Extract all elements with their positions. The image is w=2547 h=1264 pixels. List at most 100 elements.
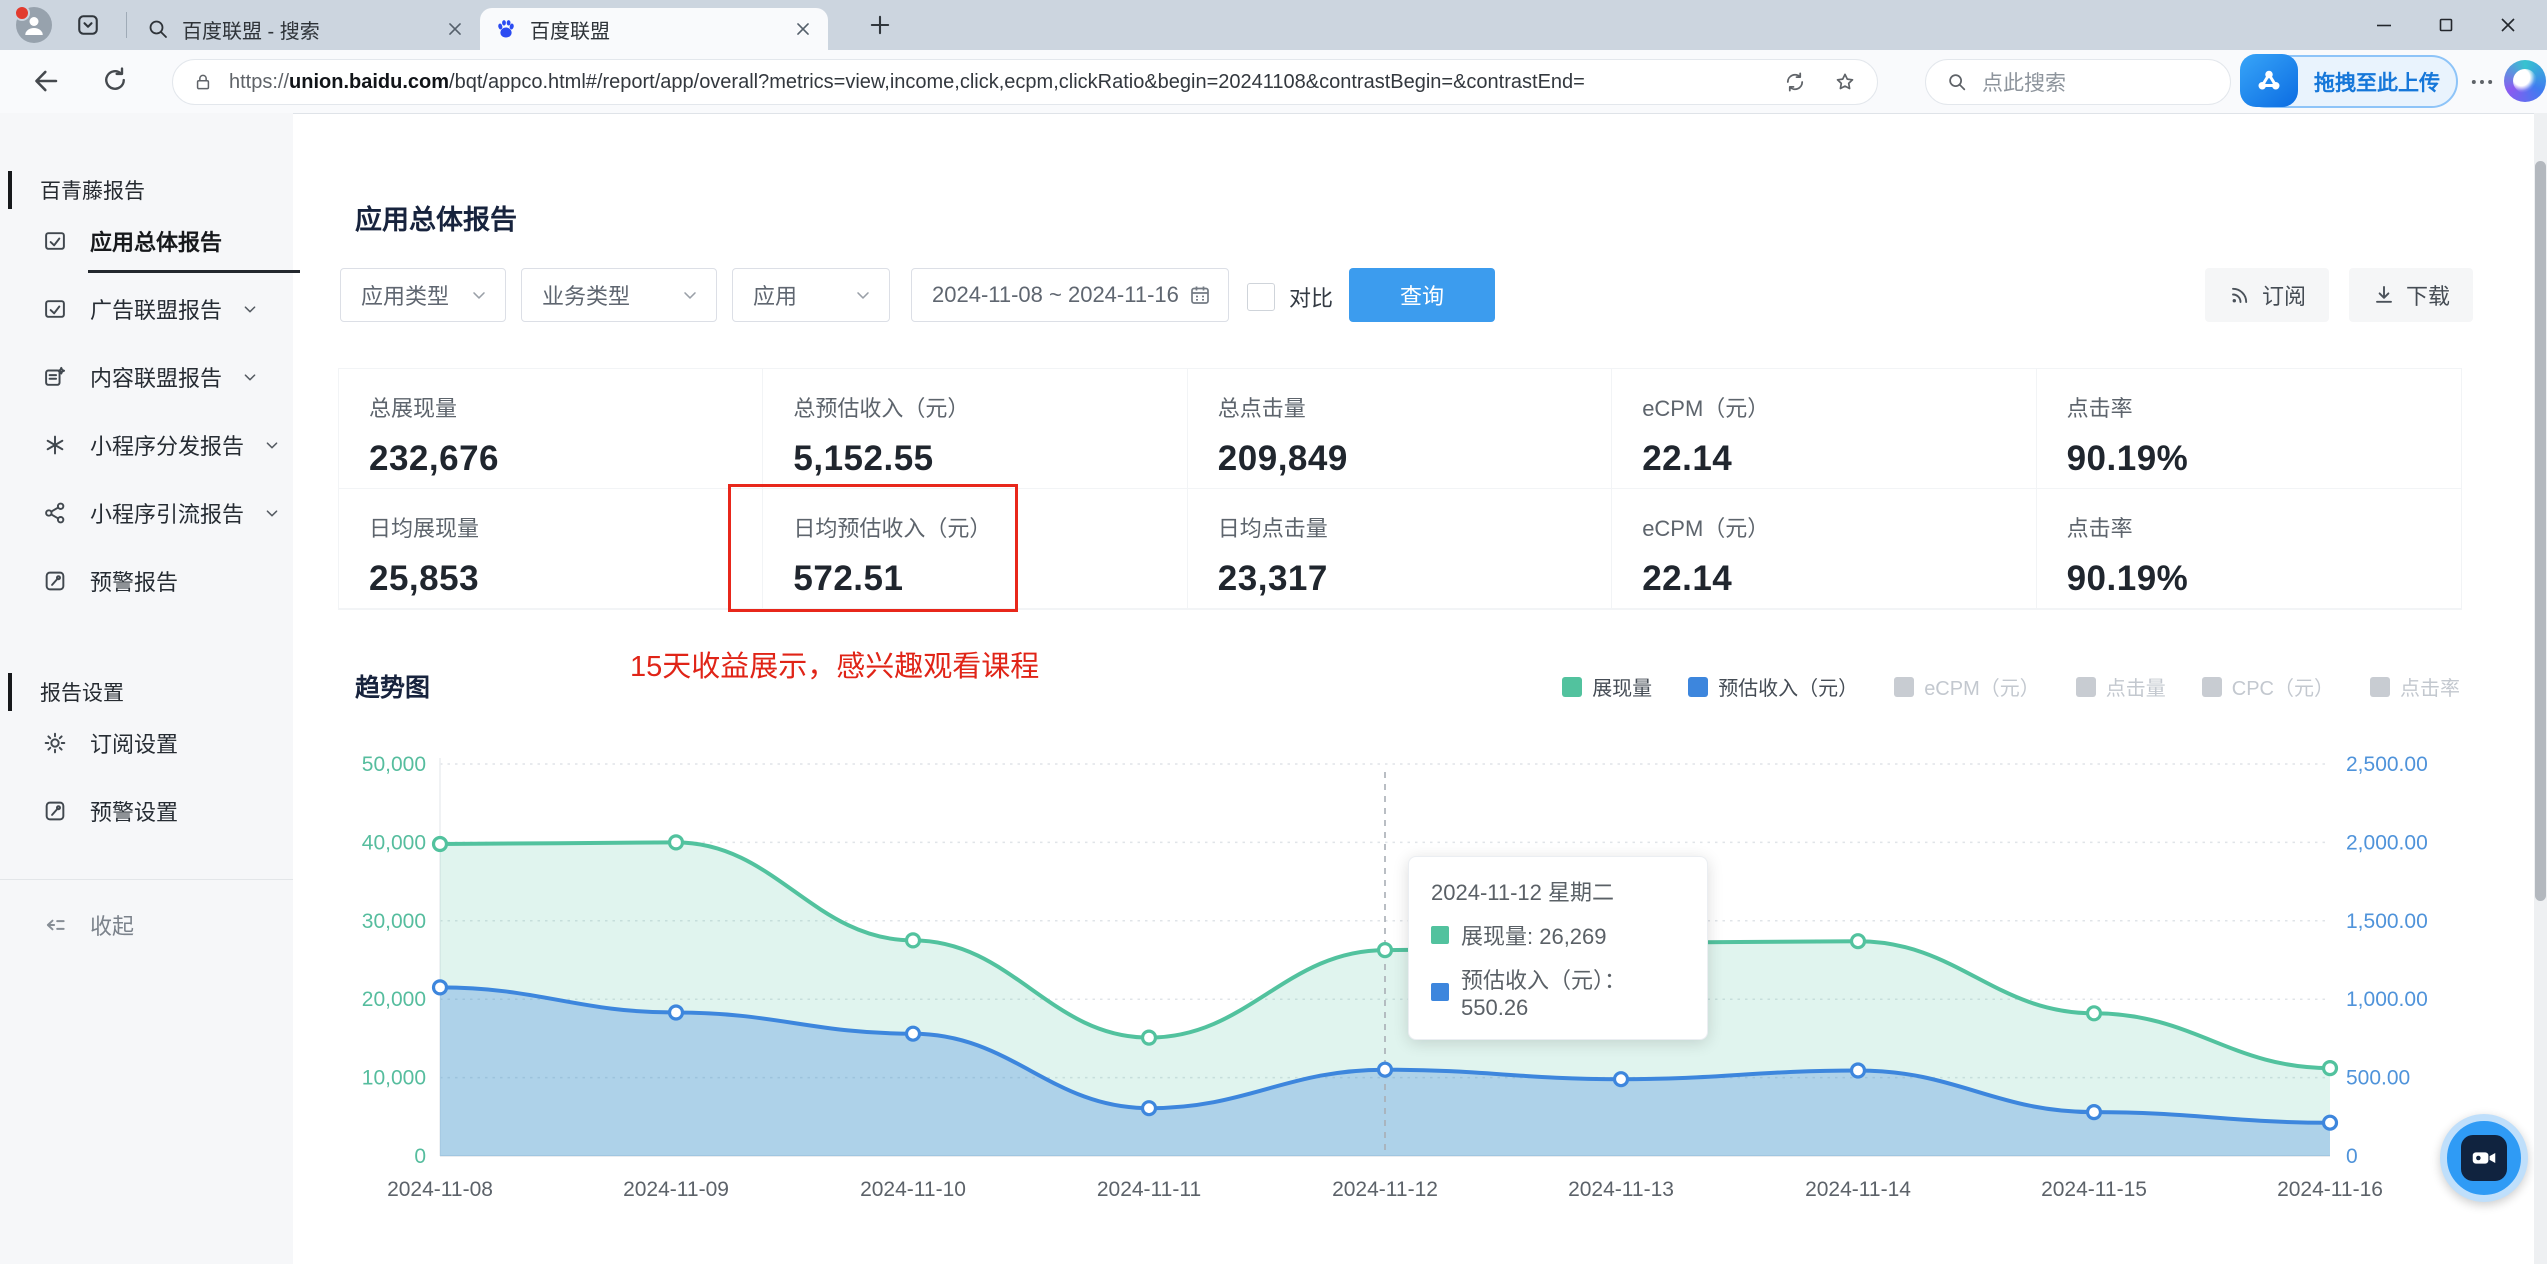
- tooltip-date: 2024-11-12 星期二: [1431, 880, 1615, 905]
- sidebar-divider: [0, 879, 293, 880]
- back-icon[interactable]: [30, 65, 62, 97]
- biz-type-select[interactable]: 业务类型: [521, 268, 717, 322]
- legend-swatch: [2370, 676, 2390, 697]
- close-icon[interactable]: [792, 18, 814, 40]
- sidebar-item-0-2[interactable]: 内容联盟报告: [0, 343, 293, 411]
- data-point: [2321, 1114, 2339, 1131]
- search-placeholder: 点此搜索: [1982, 72, 2066, 95]
- chevron-down-icon: [262, 503, 282, 523]
- more-menu-icon[interactable]: [2468, 68, 2496, 96]
- camera-icon: [2461, 1135, 2507, 1181]
- app-select[interactable]: 应用: [732, 268, 890, 322]
- tab-title: 百度联盟 - 搜索: [182, 20, 320, 43]
- copilot-icon[interactable]: [2504, 60, 2546, 102]
- data-point: [904, 932, 922, 949]
- close-window-button[interactable]: [2477, 0, 2539, 50]
- chevron-down-icon: [262, 435, 282, 455]
- scrollbar-thumb[interactable]: [2535, 161, 2546, 901]
- minimize-button[interactable]: [2353, 0, 2415, 50]
- sidebar-collapse-button[interactable]: 收起: [0, 891, 293, 959]
- search-icon: [1946, 71, 1968, 93]
- page-scrollbar[interactable]: [2534, 113, 2547, 1264]
- download-icon: [2372, 283, 2396, 307]
- profile-avatar[interactable]: [14, 5, 52, 43]
- tab-bar: 百度联盟 - 搜索 百度联盟: [0, 0, 2547, 50]
- left-axis-tick: 0: [414, 1145, 426, 1168]
- netdisk-upload-button[interactable]: 拖拽至此上传: [2240, 54, 2458, 108]
- tooltip-row-0: 展现量: 26,269: [1431, 919, 1685, 951]
- lock-icon: [193, 72, 213, 92]
- new-tab-button[interactable]: [866, 11, 894, 39]
- tab-actions-icon[interactable]: [74, 11, 102, 39]
- refresh-icon[interactable]: [100, 65, 132, 97]
- data-point: [1849, 1062, 1867, 1079]
- sidebar-item-0-3[interactable]: 小程序分发报告: [0, 411, 293, 479]
- right-axis-tick: 2,000.00: [2346, 831, 2428, 854]
- tooltip-text: 预估收入（元）：550.26: [1461, 968, 1627, 1020]
- stat-cell-0-0: 总展现量 232,676: [339, 369, 764, 489]
- stat-value: 25,853: [369, 559, 480, 598]
- legend-item-disabled-3[interactable]: 点击率: [2370, 672, 2460, 701]
- x-axis-tick: 2024-11-14: [1805, 1178, 1911, 1201]
- subscribe-button[interactable]: 订阅: [2205, 268, 2329, 322]
- legend-swatch: [1894, 676, 1915, 697]
- data-point: [1612, 1071, 1630, 1088]
- legend-swatch: [1562, 676, 1583, 697]
- stat-cell-1-3: eCPM（元） 22.14: [1612, 489, 2037, 609]
- sidebar-item-0-5[interactable]: 预警报告: [0, 547, 293, 615]
- content-report-icon: [42, 364, 68, 390]
- x-axis-tick: 2024-11-09: [623, 1178, 729, 1201]
- app-type-label: 应用类型: [361, 284, 450, 309]
- favorite-star-icon[interactable]: [1833, 70, 1857, 94]
- url-text: https://union.baidu.com/bqt/appco.html#/…: [229, 71, 1783, 94]
- gear-icon: [42, 730, 68, 756]
- app-type-select[interactable]: 应用类型: [340, 268, 506, 322]
- section-header-label: 报告设置: [40, 682, 124, 705]
- url-protocol: https://: [229, 70, 290, 93]
- query-button[interactable]: 查询: [1349, 268, 1495, 322]
- left-axis-tick: 50,000: [362, 753, 426, 776]
- date-range-input[interactable]: 2024-11-08 ~ 2024-11-16: [911, 268, 1229, 322]
- stat-label: 总展现量: [369, 396, 458, 421]
- mini-program-distribute-icon: [42, 432, 68, 458]
- left-axis-tick: 30,000: [362, 910, 426, 933]
- sidebar-item-label: 内容联盟报告: [90, 366, 223, 391]
- maximize-button[interactable]: [2415, 0, 2477, 50]
- sidebar-item-0-0[interactable]: 应用总体报告: [0, 207, 300, 275]
- x-axis-tick: 2024-11-10: [860, 1178, 966, 1201]
- browser-tab-0[interactable]: 百度联盟 - 搜索: [132, 8, 480, 50]
- legend-item-预估收入（元）[interactable]: 预估收入（元）: [1688, 672, 1858, 701]
- legend-swatch: [2075, 676, 2096, 697]
- sidebar: 百青藤报告 应用总体报告 广告联盟报告 内容联盟报告 小程序分发报告 小程序引流报告 预警报…: [0, 113, 300, 1264]
- tab-divider: [126, 12, 127, 38]
- sync-icon[interactable]: [1783, 70, 1807, 94]
- close-icon[interactable]: [444, 18, 466, 40]
- stat-value: 209,849: [1217, 439, 1348, 478]
- overall-report-icon: [42, 228, 68, 254]
- mini-program-referral-icon: [42, 500, 68, 526]
- left-axis-tick: 20,000: [362, 988, 426, 1011]
- sidebar-item-1-0[interactable]: 订阅设置: [0, 709, 293, 777]
- address-bar[interactable]: https://union.baidu.com/bqt/appco.html#/…: [172, 59, 1878, 105]
- rss-icon: [2228, 283, 2252, 307]
- screen-recorder-widget[interactable]: [2440, 1114, 2528, 1202]
- tab-strip: 百度联盟 - 搜索 百度联盟: [132, 0, 828, 50]
- legend-item-disabled-1[interactable]: 点击量: [2075, 672, 2166, 701]
- legend-item-disabled-0[interactable]: eCPM（元）: [1894, 672, 2040, 701]
- download-button[interactable]: 下载: [2349, 268, 2473, 322]
- legend-item-disabled-2[interactable]: CPC（元）: [2201, 672, 2334, 701]
- sidebar-item-1-1[interactable]: 预警设置: [0, 777, 293, 845]
- quick-search-box[interactable]: 点此搜索: [1925, 59, 2231, 105]
- legend-item-展现量[interactable]: 展现量: [1562, 672, 1652, 701]
- stat-cell-0-1: 总预估收入（元） 5,152.55: [763, 369, 1188, 489]
- sidebar-item-label: 小程序分发报告: [90, 434, 245, 459]
- x-axis-tick: 2024-11-12: [1332, 1178, 1438, 1201]
- sidebar-item-0-1[interactable]: 广告联盟报告: [0, 275, 293, 343]
- baidu-icon: [494, 17, 518, 41]
- browser-tab-1[interactable]: 百度联盟: [480, 8, 828, 50]
- sidebar-item-label: 广告联盟报告: [90, 298, 223, 323]
- sidebar-item-0-4[interactable]: 小程序引流报告: [0, 479, 293, 547]
- right-axis-tick: 500.00: [2346, 1067, 2410, 1090]
- compare-checkbox[interactable]: [1247, 283, 1275, 311]
- chart-tooltip: 2024-11-12 星期二 展现量: 26,269 预估收入（元）：550.26: [1408, 856, 1708, 1040]
